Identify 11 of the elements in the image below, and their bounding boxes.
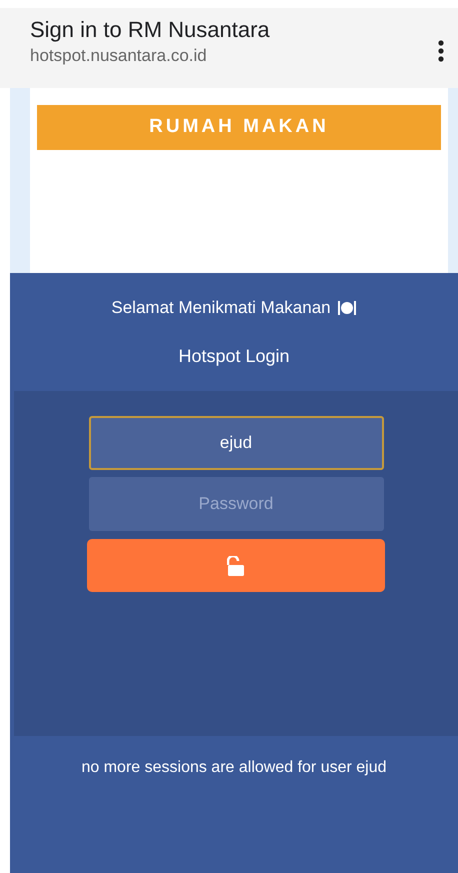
login-heading: Hotspot Login <box>178 344 290 368</box>
unlock-icon <box>227 556 245 576</box>
plate-cutlery-icon <box>336 300 357 316</box>
welcome-text: Selamat Menikmati Makanan <box>111 297 331 319</box>
page-url: hotspot.nusantara.co.id <box>30 45 208 67</box>
password-field[interactable]: Password <box>88 477 384 531</box>
error-message: no more sessions are allowed for user ejud <box>81 758 387 778</box>
more-menu-icon[interactable] <box>438 40 444 62</box>
banner-text: RUMAH MAKAN <box>149 115 329 140</box>
username-field[interactable]: ejud <box>88 416 384 470</box>
page-title: Sign in to RM Nusantara <box>30 16 271 44</box>
